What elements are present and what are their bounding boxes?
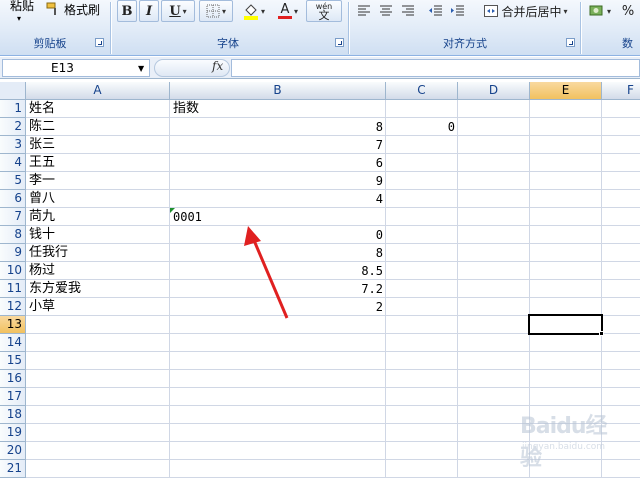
arrow-shaft [251, 237, 289, 319]
arrow-head [244, 226, 261, 246]
watermark: Baidu经验 jingyan.baidu.com [520, 408, 610, 471]
watermark-logo: Baidu经验 [520, 414, 608, 471]
watermark-url: jingyan.baidu.com [522, 442, 606, 452]
